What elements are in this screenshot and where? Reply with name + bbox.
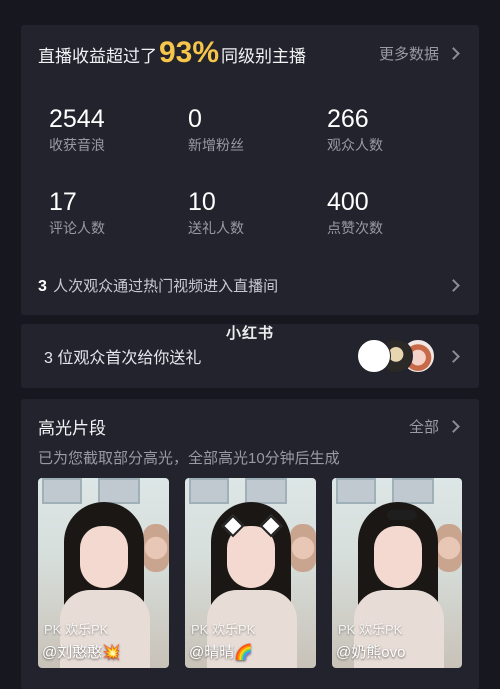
highlights-all-button[interactable]: 全部 [408, 416, 460, 437]
chevron-right-icon [447, 349, 460, 363]
more-data-button[interactable]: 更多数据 [378, 43, 460, 64]
flower-decor [436, 524, 462, 572]
headline-suffix: 同级别主播 [221, 47, 307, 66]
clip-streamer-name: @刘憨憨💥 [42, 644, 121, 661]
stats-header: 直播收益超过了 93% 同级别主播 更多数据 [38, 35, 460, 71]
metric-gifters: 10 送礼人数 [188, 188, 244, 238]
metric-value: 400 [327, 188, 369, 216]
sunglasses-decor [387, 510, 417, 520]
highlight-clip[interactable]: PK 欢乐PK @刘憨憨💥 [38, 478, 169, 668]
hot-video-viewers-text: 3 人次观众通过热门视频进入直播间 [38, 275, 278, 296]
watermark-logo: 小红书 [226, 325, 275, 342]
wall-frame [336, 478, 376, 504]
headline-prefix: 直播收益超过了 [38, 47, 157, 66]
chevron-right-icon [447, 419, 460, 433]
metric-value: 2544 [49, 105, 105, 133]
flower-decor [143, 524, 169, 572]
metric-label: 收获音浪 [49, 137, 105, 153]
wall-frame [98, 478, 140, 504]
highlights-card: 高光片段 全部 已为您截取部分高光，全部高光10分钟后生成 PK 欢乐PK @刘… [21, 399, 479, 689]
metric-label: 点赞次数 [327, 220, 383, 236]
clip-streamer-name: @奶熊ovo [336, 644, 406, 661]
highlight-clip[interactable]: PK 欢乐PK @晴晴🌈 [185, 478, 316, 668]
headline-percent: 93% [159, 36, 220, 69]
metric-commenters: 17 评论人数 [49, 188, 105, 238]
wall-frame [189, 478, 229, 504]
wall-frame [42, 478, 82, 504]
highlights-header: 高光片段 全部 [38, 413, 460, 439]
hot-video-viewers-label: 人次观众通过热门视频进入直播间 [53, 277, 279, 295]
highlights-title: 高光片段 [38, 418, 106, 438]
wall-frame [392, 478, 434, 504]
avatar-icon [357, 339, 391, 373]
highlights-all-label: 全部 [408, 418, 439, 436]
metric-likes: 400 点赞次数 [327, 188, 383, 238]
clip-person-face [80, 526, 128, 588]
avatar-stack [357, 339, 435, 373]
metric-label: 评论人数 [49, 220, 105, 236]
highlights-subtitle: 已为您截取部分高光，全部高光10分钟后生成 [38, 450, 340, 467]
revenue-headline: 直播收益超过了 93% 同级别主播 [38, 36, 306, 70]
metric-value: 10 [188, 188, 216, 216]
more-data-label: 更多数据 [378, 45, 439, 63]
hot-video-viewers-row[interactable]: 3 人次观众通过热门视频进入直播间 [38, 273, 460, 297]
metric-new-fans: 0 新增粉丝 [188, 105, 244, 155]
clip-pk-tag: PK 欢乐PK [44, 622, 109, 637]
clip-pk-tag: PK 欢乐PK [338, 622, 403, 637]
chevron-right-icon [447, 46, 460, 60]
stats-card: 直播收益超过了 93% 同级别主播 更多数据 2544 收获音浪 0 新增粉丝 … [21, 25, 479, 315]
metric-income: 2544 收获音浪 [49, 105, 105, 155]
flower-decor [290, 524, 316, 572]
metric-viewers: 266 观众人数 [327, 105, 383, 155]
metric-label: 观众人数 [327, 137, 383, 153]
hot-video-viewers-count: 3 [38, 277, 47, 295]
metric-label: 新增粉丝 [188, 137, 244, 153]
wall-frame [245, 478, 287, 504]
metric-label: 送礼人数 [188, 220, 244, 236]
gifter-avatars [357, 339, 460, 373]
clip-pk-tag: PK 欢乐PK [191, 622, 256, 637]
metric-value: 17 [49, 188, 77, 216]
clip-person-face [374, 526, 422, 588]
clip-streamer-name: @晴晴🌈 [189, 644, 253, 661]
chevron-right-icon [447, 278, 460, 292]
first-gift-text: 3 位观众首次给你送礼 [44, 350, 202, 367]
highlight-clip[interactable]: PK 欢乐PK @奶熊ovo [332, 478, 462, 668]
metric-value: 0 [188, 105, 202, 133]
metric-value: 266 [327, 105, 369, 133]
